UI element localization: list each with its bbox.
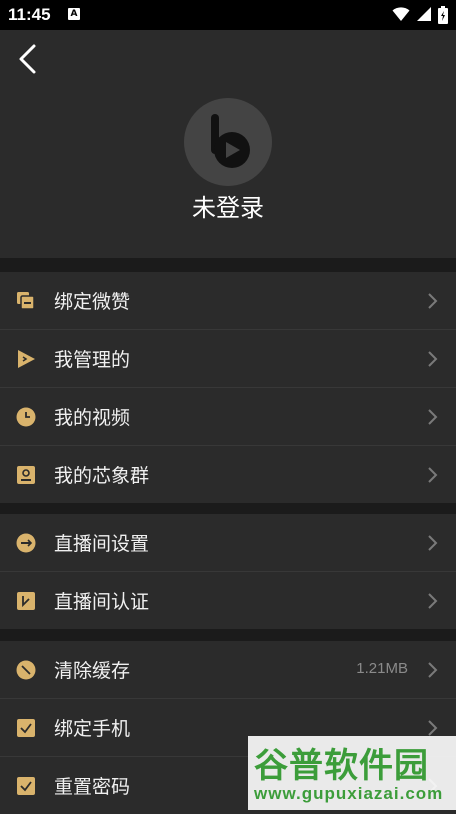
menu-item-label: 直播间认证	[54, 591, 150, 613]
app-logo-icon	[211, 114, 250, 168]
certify-icon	[17, 592, 35, 610]
watermark: 谷普软件园 www.gupuxiazai.com	[248, 736, 456, 810]
chevron-right-icon	[428, 662, 438, 678]
group-icon	[17, 466, 35, 484]
chevron-right-icon	[428, 720, 438, 736]
play-icon	[18, 350, 35, 368]
menu-item-label: 我的视频	[54, 407, 131, 429]
menu-item-label: 我管理的	[54, 349, 131, 371]
menu-item-label: 我的芯象群	[54, 465, 150, 487]
wifi-icon	[392, 7, 410, 21]
clear-cache-icon	[16, 660, 36, 680]
phone-icon	[17, 719, 35, 737]
menu-item-label: 绑定手机	[54, 718, 131, 740]
menu-group-account: 绑定微赞 我管理的 我的视频 我的芯象群	[0, 272, 456, 503]
menu-item-label: 直播间设置	[54, 533, 150, 555]
chevron-right-icon	[428, 351, 438, 367]
menu-group-live: 直播间设置 直播间认证	[0, 514, 456, 629]
status-icons	[386, 6, 448, 24]
signal-icon	[417, 7, 431, 21]
app-indicator-icon: A	[68, 8, 80, 20]
menu-item-my-videos[interactable]: 我的视频	[0, 388, 456, 446]
menu-item-live-settings[interactable]: 直播间设置	[0, 514, 456, 572]
clock-icon	[16, 407, 36, 427]
menu-item-bind-weizan[interactable]: 绑定微赞	[0, 272, 456, 330]
menu-item-live-certification[interactable]: 直播间认证	[0, 572, 456, 629]
menu-item-clear-cache[interactable]: 清除缓存 1.21MB	[0, 641, 456, 699]
avatar[interactable]	[184, 98, 272, 186]
watermark-text: 谷普软件园	[254, 746, 429, 786]
cache-size: 1.21MB	[356, 660, 408, 677]
menu-item-label: 绑定微赞	[54, 291, 131, 313]
chevron-right-icon	[428, 293, 438, 309]
menu-item-managed[interactable]: 我管理的	[0, 330, 456, 388]
status-time: 11:45	[8, 5, 51, 24]
watermark-url: www.gupuxiazai.com	[254, 784, 444, 803]
back-button[interactable]	[14, 42, 46, 76]
bind-icon	[17, 292, 35, 310]
password-icon	[17, 777, 35, 795]
chevron-right-icon	[428, 593, 438, 609]
profile-header: 未登录	[0, 30, 456, 258]
menu-item-label: 重置密码	[54, 776, 131, 798]
chevron-right-icon	[428, 535, 438, 551]
menu-item-label: 清除缓存	[54, 660, 131, 682]
login-status[interactable]: 未登录	[0, 188, 456, 223]
status-bar: 11:45 A	[0, 0, 456, 30]
back-arrow-icon	[19, 44, 36, 74]
chevron-right-icon	[428, 409, 438, 425]
menu-item-my-groups[interactable]: 我的芯象群	[0, 446, 456, 503]
settings-icon	[16, 533, 36, 553]
chevron-right-icon	[428, 467, 438, 483]
battery-icon	[438, 6, 448, 24]
